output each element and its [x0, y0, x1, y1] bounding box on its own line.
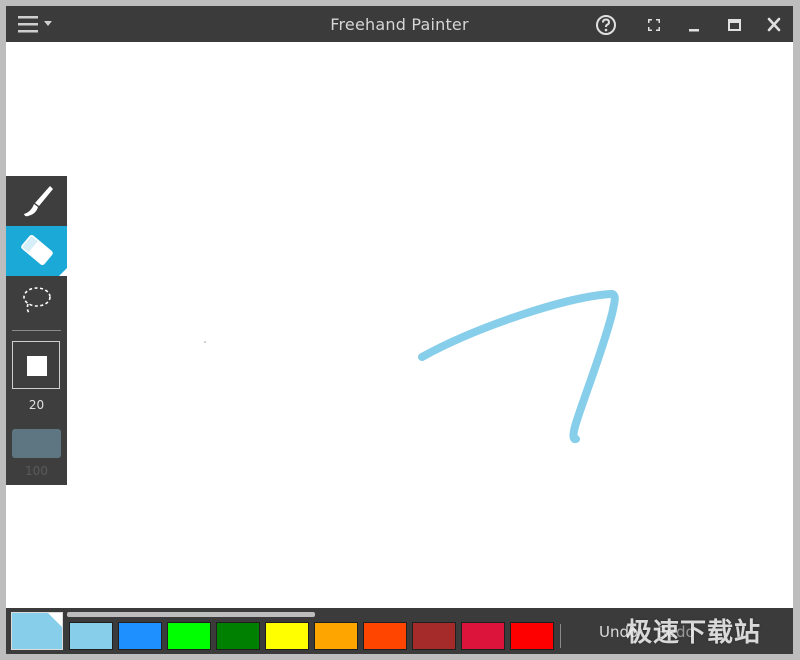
window-title: Freehand Painter — [330, 15, 469, 34]
drawing-canvas[interactable] — [6, 42, 793, 608]
app-window: Freehand Painter 20 100 Undo Redo 极速下载站 — [0, 0, 800, 660]
title-bar: Freehand Painter — [6, 6, 793, 42]
current-color-corner — [48, 613, 62, 627]
eraser-tool-button[interactable] — [6, 226, 67, 276]
painted-stroke — [418, 290, 619, 444]
fullscreen-arrows-icon — [648, 19, 660, 31]
question-circle-icon — [596, 15, 616, 35]
brush-size-value: 20 — [28, 398, 45, 412]
brush-size-selector[interactable] — [12, 341, 60, 389]
color-swatch[interactable] — [265, 622, 309, 650]
brush-tool-button[interactable] — [6, 176, 67, 226]
maximize-icon — [728, 19, 741, 31]
color-swatch[interactable] — [69, 622, 113, 650]
color-swatch[interactable] — [461, 622, 505, 650]
opacity-value: 100 — [25, 464, 48, 478]
stray-dot — [204, 341, 206, 343]
close-icon — [767, 17, 781, 32]
brush-icon — [24, 186, 53, 217]
minimize-button[interactable] — [682, 14, 706, 36]
close-button[interactable] — [762, 14, 786, 36]
color-swatch[interactable] — [363, 622, 407, 650]
opacity-selector[interactable] — [12, 429, 61, 458]
color-swatch[interactable] — [412, 622, 456, 650]
lasso-tool-button[interactable] — [6, 276, 67, 326]
color-swatch[interactable] — [510, 622, 554, 650]
maximize-button[interactable] — [722, 14, 746, 36]
fullscreen-button[interactable] — [642, 14, 666, 36]
color-swatch[interactable] — [167, 622, 211, 650]
palette-scrollbar[interactable] — [67, 612, 315, 617]
palette-separator — [560, 624, 561, 648]
watermark-text: 极速下载站 — [626, 618, 762, 648]
tool-separator — [12, 330, 61, 331]
help-button[interactable] — [594, 14, 618, 36]
eraser-icon — [21, 234, 67, 276]
brush-size-preview — [27, 356, 47, 376]
minimize-icon — [689, 29, 699, 32]
lasso-select-icon — [23, 287, 51, 315]
color-swatch[interactable] — [216, 622, 260, 650]
canvas-drawing-layer — [204, 290, 619, 444]
color-swatch[interactable] — [314, 622, 358, 650]
color-swatch[interactable] — [118, 622, 162, 650]
tool-panel: 20 100 — [6, 176, 67, 485]
current-color-swatch[interactable] — [11, 612, 63, 650]
